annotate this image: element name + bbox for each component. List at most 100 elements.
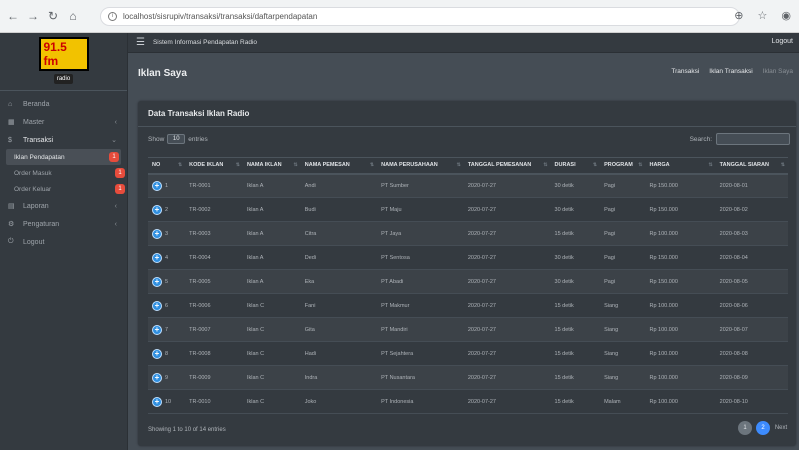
sidebar-subitem-iklan-pendapatan[interactable]: Iklan Pendapatan 1 <box>6 149 121 165</box>
table-cell: TR-0007 <box>185 317 243 342</box>
column-header[interactable]: PROGRAM ⇅ <box>600 157 646 175</box>
breadcrumb-item[interactable]: Iklan Transaksi <box>709 68 752 75</box>
column-header[interactable]: NAMA PEMESAN ⇅ <box>300 157 378 175</box>
reload-icon[interactable]: ↻ <box>46 9 60 23</box>
sidebar-item-laporan[interactable]: ▤ Laporan ‹ <box>0 197 127 215</box>
sidebar: 91.5 fm radio ⌂ Beranda ▦ Master ‹ $ Tra… <box>0 33 128 450</box>
search-label: Search: <box>689 135 712 143</box>
table-cell: Andi <box>300 173 378 198</box>
table-row[interactable]: +6 TR-0006 Iklan C Fani PT Makmur 2020-07-27 1… <box>148 293 788 318</box>
table-cell: 2020-07-27 <box>463 293 551 318</box>
logo-frequency: 91.5 fm <box>38 36 89 71</box>
expand-row-icon[interactable]: + <box>152 348 162 359</box>
transactions-table: NO ⇅ KODE IKLAN ⇅ NAMA IKLAN ⇅ NAMA PEMESAN… <box>148 157 788 414</box>
column-header[interactable]: KODE IKLAN ⇅ <box>185 157 243 175</box>
table-cell: Pagi <box>600 269 646 294</box>
table-cell: 2020-08-05 <box>715 269 788 294</box>
notification-badge: 1 <box>115 168 125 178</box>
sort-icon: ⇅ <box>369 162 375 169</box>
table-cell: 2020-08-10 <box>715 389 788 414</box>
expand-row-icon[interactable]: + <box>152 372 162 383</box>
table-cell: Pagi <box>600 173 646 198</box>
table-cell: 30 detik <box>550 245 601 270</box>
sidebar-item-pengaturan[interactable]: ⚙ Pengaturan ‹ <box>0 215 127 233</box>
table-row[interactable]: +3 TR-0003 Iklan A Citra PT Jaya 2020-07-27 15… <box>148 221 788 246</box>
table-cell: 2020-08-08 <box>715 341 788 366</box>
expand-row-icon[interactable]: + <box>152 252 162 263</box>
card-header: Data Transaksi Iklan Radio <box>138 101 796 127</box>
expand-row-icon[interactable]: + <box>152 396 162 407</box>
main-content: ☰ Sistem Informasi Pendapatan Radio Logo… <box>128 33 799 450</box>
expand-row-icon[interactable]: + <box>152 300 162 311</box>
table-row[interactable]: +7 TR-0007 Iklan C Gita PT Mandiri 2020-07-27… <box>148 317 788 342</box>
entries-select[interactable]: 10 <box>167 134 186 144</box>
star-icon[interactable]: ☆ <box>758 9 768 22</box>
table-cell: 2020-07-27 <box>463 365 551 390</box>
table-cell: TR-0010 <box>185 389 243 414</box>
table-header-row: NO ⇅ KODE IKLAN ⇅ NAMA IKLAN ⇅ NAMA PEMESAN… <box>148 157 788 175</box>
table-cell: PT Indonesia <box>377 389 464 414</box>
expand-row-icon[interactable]: + <box>152 228 162 239</box>
table-cell: Pagi <box>600 197 646 222</box>
table-cell: Hadi <box>300 341 378 366</box>
column-header[interactable]: TANGGAL PEMESANAN ⇅ <box>463 157 551 175</box>
table-cell: PT Nusantara <box>377 365 464 390</box>
brand[interactable]: 91.5 fm radio <box>0 33 127 91</box>
row-number: 3 <box>165 230 169 237</box>
column-header[interactable]: DURASI ⇅ <box>550 157 601 175</box>
next-button[interactable]: Next <box>774 421 788 435</box>
table-row[interactable]: +9 TR-0009 Iklan C Indra PT Nusantara 2020-07… <box>148 365 788 390</box>
table-row[interactable]: +2 TR-0002 Iklan A Budi PT Maju 2020-07-27 30 … <box>148 197 788 222</box>
expand-row-icon[interactable]: + <box>152 276 162 287</box>
sidebar-item-beranda[interactable]: ⌂ Beranda <box>0 95 127 113</box>
browser-toolbar: ← → ↻ ⌂ i localhost/sisrupiv/transaksi/t… <box>0 0 799 33</box>
sort-icon: ⇅ <box>177 162 183 169</box>
sidebar-item-label: Logout <box>23 238 45 246</box>
back-icon[interactable]: ← <box>6 9 20 23</box>
table-row[interactable]: +8 TR-0008 Iklan C Hadi PT Sejahtera 2020-07-… <box>148 341 788 366</box>
column-header[interactable]: HARGA ⇅ <box>645 157 716 175</box>
table-row[interactable]: +10 TR-0010 Iklan C Joko PT Indonesia 2020-07… <box>148 389 788 414</box>
sidebar-item-transaksi[interactable]: $ Transaksi ⌄ <box>0 131 127 149</box>
sidebar-item-logout[interactable]: ⏻ Logout <box>0 233 127 251</box>
expand-row-icon[interactable]: + <box>152 324 162 335</box>
page-button[interactable]: 1 <box>738 421 752 435</box>
column-header[interactable]: NO ⇅ <box>148 157 186 175</box>
account-icon[interactable]: ◉ <box>781 9 791 22</box>
table-cell: Fani <box>300 293 378 318</box>
table-cell: 15 detik <box>550 293 601 318</box>
table-row[interactable]: +1 TR-0001 Iklan A Andi PT Sumber 2020-07-27 3… <box>148 173 788 198</box>
home-icon[interactable]: ⌂ <box>66 9 80 23</box>
table-cell: Rp 100.000 <box>645 341 716 366</box>
radio-logo[interactable]: 91.5 fm radio <box>38 36 89 87</box>
logout-link[interactable]: Logout <box>772 38 793 45</box>
table-cell: +7 <box>148 317 186 342</box>
expand-row-icon[interactable]: + <box>152 180 162 191</box>
column-header[interactable]: NAMA IKLAN ⇅ <box>242 157 301 175</box>
table-cell: 2020-08-03 <box>715 221 788 246</box>
hamburger-menu-icon[interactable]: ☰ <box>136 37 145 48</box>
breadcrumb-item[interactable]: Transaksi <box>671 68 699 75</box>
table-row[interactable]: +4 TR-0004 Iklan A Dedi PT Sentosa 2020-07-27… <box>148 245 788 270</box>
row-number: 6 <box>165 302 169 309</box>
table-row[interactable]: +5 TR-0005 Iklan A Eka PT Abadi 2020-07-27 30 … <box>148 269 788 294</box>
page-title: Iklan Saya <box>138 67 187 79</box>
sidebar-item-master[interactable]: ▦ Master ‹ <box>0 113 127 131</box>
table-cell: Eka <box>300 269 378 294</box>
table-cell: +5 <box>148 269 186 294</box>
sidebar-item-label: Laporan <box>23 202 49 210</box>
page-button-active[interactable]: 2 <box>756 421 770 435</box>
search-input[interactable] <box>716 133 790 145</box>
column-header[interactable]: TANGGAL SIARAN ⇅ <box>715 157 788 175</box>
sidebar-subitem-order-masuk[interactable]: Order Masuk 1 <box>0 165 127 181</box>
info-icon[interactable]: i <box>108 12 117 21</box>
column-header[interactable]: NAMA PERUSAHAAN ⇅ <box>377 157 464 175</box>
table-cell: Siang <box>600 365 646 390</box>
sidebar-subitem-order-keluar[interactable]: Order Keluar 1 <box>0 181 127 197</box>
zoom-icon[interactable]: ⊕ <box>734 9 743 22</box>
forward-icon[interactable]: → <box>26 9 40 23</box>
card-title: Data Transaksi Iklan Radio <box>148 109 250 118</box>
expand-row-icon[interactable]: + <box>152 204 162 215</box>
sort-icon: ⇅ <box>592 162 598 169</box>
address-bar[interactable]: i localhost/sisrupiv/transaksi/transaksi… <box>100 7 740 26</box>
